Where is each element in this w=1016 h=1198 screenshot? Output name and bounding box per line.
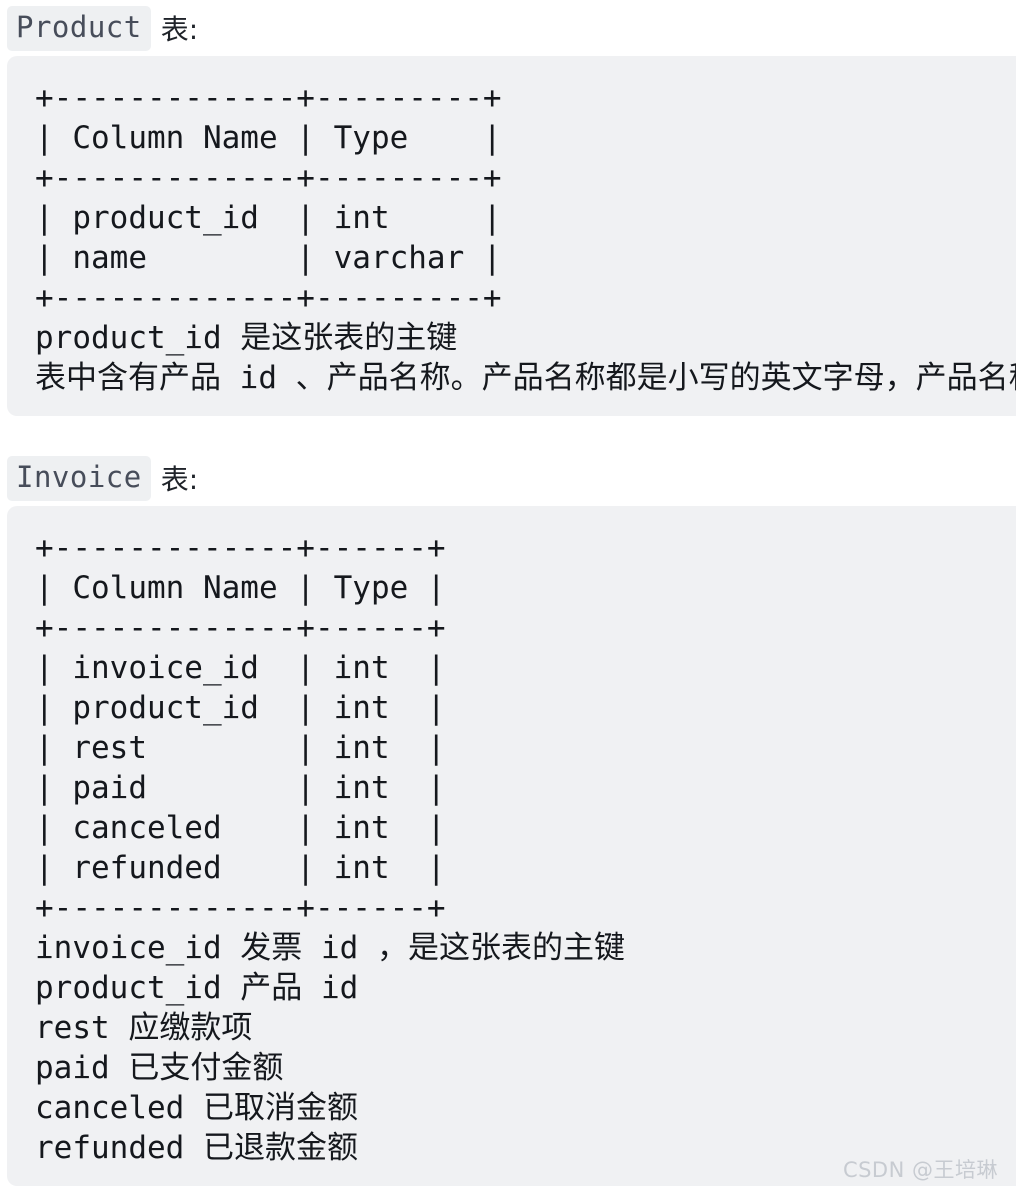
code-line: | Column Name | Type | (35, 570, 446, 606)
code-line: +-------------+---------+ (35, 280, 502, 316)
code-line: paid 已支付金额 (35, 1050, 284, 1086)
code-line: canceled 已取消金额 (35, 1090, 358, 1126)
invoice-table-heading: Invoice 表: (0, 450, 1016, 506)
code-line: | canceled | int | (35, 810, 446, 846)
code-line: | paid | int | (35, 770, 446, 806)
code-line: +-------------+------+ (35, 610, 446, 646)
code-line: +-------------+------+ (35, 530, 446, 566)
code-line: +-------------+------+ (35, 890, 446, 926)
invoice-code-pre: +-------------+------+ | Column Name | Ty… (7, 528, 1016, 1168)
code-line: rest 应缴款项 (35, 1010, 253, 1046)
product-heading-suffix: 表: (160, 13, 199, 46)
page-root: Product 表: +-------------+---------+ | Co… (0, 0, 1016, 1198)
code-line: | refunded | int | (35, 850, 446, 886)
code-line: | rest | int | (35, 730, 446, 766)
code-line: | product_id | int | (35, 690, 446, 726)
code-line: | Column Name | Type | (35, 120, 502, 156)
code-line: +-------------+---------+ (35, 80, 502, 116)
csdn-watermark: CSDN @王培琳 (842, 1158, 998, 1182)
code-line: +-------------+---------+ (35, 160, 502, 196)
code-line: product_id 产品 id (35, 970, 359, 1006)
product-code-block: +-------------+---------+ | Column Name |… (7, 56, 1016, 416)
code-line: | invoice_id | int | (35, 650, 446, 686)
invoice-inline-code-label: Invoice (7, 455, 151, 501)
code-line: | name | varchar | (35, 240, 502, 276)
invoice-heading-suffix: 表: (160, 463, 199, 496)
code-line: product_id 是这张表的主键 (35, 320, 458, 356)
product-table-heading: Product 表: (0, 0, 1016, 56)
invoice-code-block: +-------------+------+ | Column Name | Ty… (7, 506, 1016, 1186)
code-line: | product_id | int | (35, 200, 502, 236)
product-inline-code-label: Product (7, 5, 151, 51)
code-line: 表中含有产品 id 、产品名称。产品名称都是小写的英文字母，产品名称都是唯一的 (35, 360, 1016, 396)
code-line: invoice_id 发票 id ，是这张表的主键 (35, 930, 625, 966)
product-code-pre: +-------------+---------+ | Column Name |… (7, 78, 1016, 398)
